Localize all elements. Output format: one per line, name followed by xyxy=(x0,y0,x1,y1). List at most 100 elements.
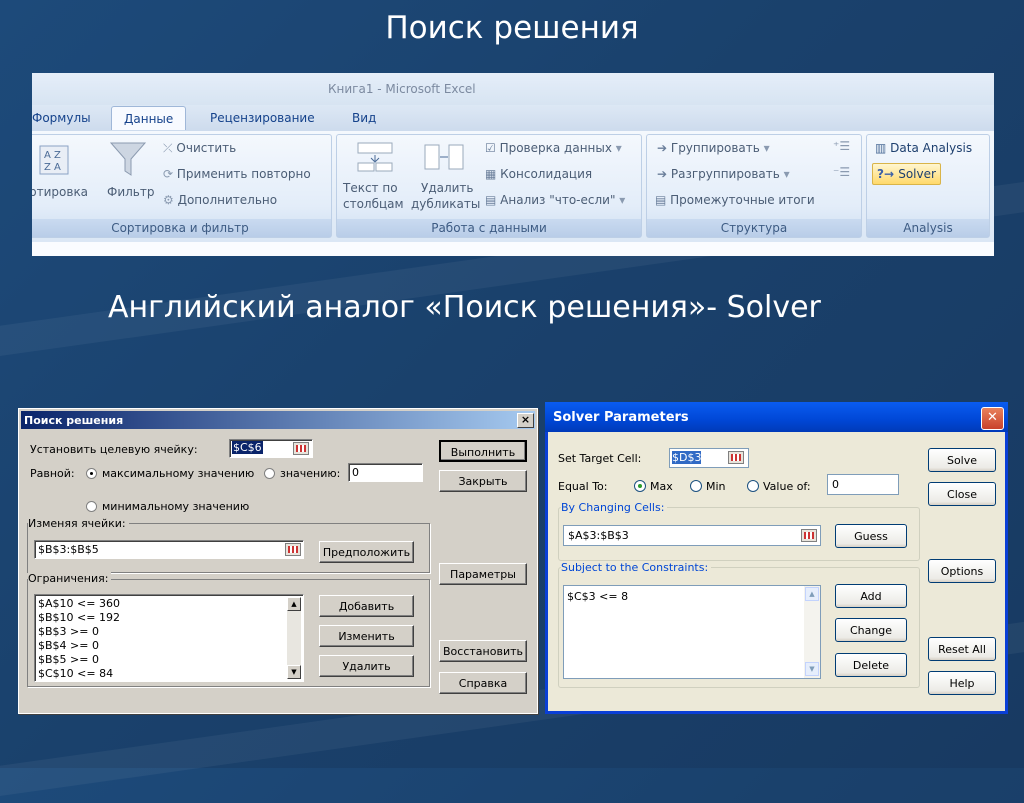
advanced-label: Дополнительно xyxy=(177,193,278,207)
help-button[interactable]: Справка xyxy=(439,672,527,694)
solve-button[interactable]: Solve xyxy=(928,448,996,472)
value-input[interactable]: 0 xyxy=(348,463,423,482)
changing-cells-input[interactable]: $A$3:$B$3 xyxy=(563,525,821,546)
options-button[interactable]: Options xyxy=(928,559,996,583)
target-cell-input[interactable]: $D$3 xyxy=(669,448,749,468)
show-detail-icon[interactable]: ⁺☰ xyxy=(833,139,850,153)
consolidate-label: Консолидация xyxy=(500,167,593,181)
constraint-item[interactable]: $C$10 <= 84 xyxy=(38,667,113,680)
constraint-item[interactable]: $B$4 >= 0 xyxy=(38,639,99,652)
ribbon-body: A ZZ A ртировка Фильтр ⤫ Очистить ⟳ Прим… xyxy=(32,131,994,242)
constraints-list[interactable]: $A$10 <= 360 $B$10 <= 192 $B$3 >= 0 $B$4… xyxy=(34,594,304,682)
range-select-icon[interactable] xyxy=(728,451,744,464)
guess-button[interactable]: Guess xyxy=(835,524,907,548)
window-title: Книга1 - Microsoft Excel xyxy=(328,82,476,96)
max-radio[interactable] xyxy=(634,480,646,492)
value-of-radio[interactable] xyxy=(747,480,759,492)
group-button[interactable]: ➔ Группировать ▾ xyxy=(657,141,770,155)
change-button[interactable]: Change xyxy=(835,618,907,642)
advanced-filter-button[interactable]: ⚙ Дополнительно xyxy=(163,193,277,207)
max-label: максимальному значению xyxy=(102,467,255,480)
guess-button[interactable]: Предположить xyxy=(319,541,414,563)
text-to-columns-label-1[interactable]: Текст по xyxy=(343,181,398,195)
filter-icon[interactable] xyxy=(109,141,147,181)
add-button[interactable]: Add xyxy=(835,584,907,608)
delete-button[interactable]: Удалить xyxy=(319,655,414,677)
changing-cells-input[interactable]: $B$3:$B$5 xyxy=(34,540,304,559)
close-button[interactable]: Закрыть xyxy=(439,470,527,492)
constraints-label: Ограничения: xyxy=(28,572,112,585)
tab-data[interactable]: Данные xyxy=(111,106,187,130)
tab-formulas[interactable]: Формулы xyxy=(32,111,91,125)
max-label: Max xyxy=(650,480,673,493)
min-label: Min xyxy=(706,480,726,493)
svg-text:A Z: A Z xyxy=(44,150,61,161)
tab-review[interactable]: Рецензирование xyxy=(210,111,315,125)
max-radio[interactable] xyxy=(86,468,97,479)
remove-duplicates-icon[interactable] xyxy=(423,141,467,177)
equal-to-label: Равной: xyxy=(30,467,75,480)
remove-duplicates-label-1[interactable]: Удалить xyxy=(421,181,474,195)
value-radio[interactable] xyxy=(264,468,275,479)
remove-duplicates-label-2[interactable]: дубликаты xyxy=(411,197,480,211)
constraints-scrollbar[interactable]: ▲ ▼ xyxy=(804,586,820,678)
solver-label: Solver xyxy=(898,167,936,181)
solver-dialog-ru: Поиск решения × Установить целевую ячейк… xyxy=(18,408,538,714)
data-analysis-button[interactable]: ▥ Data Analysis xyxy=(875,141,972,155)
data-validation-button[interactable]: ☑ Проверка данных ▾ xyxy=(485,141,622,155)
dialog-ru-title: Поиск решения xyxy=(24,414,124,427)
reset-all-button[interactable]: Reset All xyxy=(928,637,996,661)
value-of-label: Value of: xyxy=(763,480,811,493)
target-cell-input[interactable]: $C$6 xyxy=(229,439,313,458)
group-sort-filter: A ZZ A ртировка Фильтр ⤫ Очистить ⟳ Прим… xyxy=(32,134,332,238)
scroll-down-icon[interactable]: ▼ xyxy=(287,665,301,679)
constraint-item[interactable]: $A$10 <= 360 xyxy=(38,597,120,610)
close-icon[interactable]: ✕ xyxy=(981,407,1004,430)
close-icon[interactable]: × xyxy=(517,413,534,428)
what-if-button[interactable]: ▤ Анализ "что-если" ▾ xyxy=(485,193,625,207)
constraint-item[interactable]: $B$3 >= 0 xyxy=(38,625,99,638)
constraint-item[interactable]: $B$5 >= 0 xyxy=(38,653,99,666)
changing-range-icon[interactable] xyxy=(285,543,301,556)
delete-button[interactable]: Delete xyxy=(835,653,907,677)
scroll-up-icon[interactable]: ▲ xyxy=(287,597,301,611)
constraint-item[interactable]: $C$3 <= 8 xyxy=(567,590,628,603)
sort-az-icon[interactable]: A ZZ A xyxy=(39,145,69,175)
filter-label[interactable]: Фильтр xyxy=(107,185,154,199)
reapply-button[interactable]: ⟳ Применить повторно xyxy=(163,167,311,181)
close-button[interactable]: Close xyxy=(928,482,996,506)
solver-icon: ?→ xyxy=(877,167,899,181)
group-label-data-tools: Работа с данными xyxy=(337,219,641,237)
value-of-input[interactable]: 0 xyxy=(827,474,899,495)
subtotal-button[interactable]: ▤ Промежуточные итоги xyxy=(655,193,815,207)
tab-view[interactable]: Вид xyxy=(352,111,376,125)
changing-cells-label: By Changing Cells: xyxy=(561,501,668,514)
target-cell-value: $D$3 xyxy=(672,451,702,464)
solver-dialog-en: Solver Parameters ✕ Set Target Cell: $D$… xyxy=(545,402,1008,714)
help-button[interactable]: Help xyxy=(928,671,996,695)
hide-detail-icon[interactable]: ⁻☰ xyxy=(833,165,850,179)
constraints-scrollbar[interactable]: ▲ ▼ xyxy=(287,597,301,679)
solve-button[interactable]: Выполнить xyxy=(439,440,527,462)
text-to-columns-icon[interactable] xyxy=(357,141,393,177)
solver-button[interactable]: ?→ Solver xyxy=(872,163,941,185)
range-select-icon[interactable] xyxy=(293,442,309,455)
scroll-up-icon[interactable]: ▲ xyxy=(805,587,819,601)
changing-cells-label: Изменяя ячейки: xyxy=(28,517,129,530)
ungroup-button[interactable]: ➔ Разгруппировать ▾ xyxy=(657,167,790,181)
text-to-columns-label-2[interactable]: столбцам xyxy=(343,197,404,211)
min-radio[interactable] xyxy=(86,501,97,512)
clear-filter-button[interactable]: ⤫ Очистить xyxy=(163,141,236,156)
constraint-item[interactable]: $B$10 <= 192 xyxy=(38,611,120,624)
add-button[interactable]: Добавить xyxy=(319,595,414,617)
constraints-list[interactable]: $C$3 <= 8 ▲ ▼ xyxy=(563,585,821,679)
scroll-down-icon[interactable]: ▼ xyxy=(805,662,819,676)
group-label-outline: Структура xyxy=(647,219,861,237)
min-radio[interactable] xyxy=(690,480,702,492)
changing-range-icon[interactable] xyxy=(801,529,817,542)
sort-label[interactable]: ртировка xyxy=(32,185,88,199)
consolidate-button[interactable]: ▦ Консолидация xyxy=(485,167,592,181)
reset-button[interactable]: Восстановить xyxy=(439,640,527,662)
change-button[interactable]: Изменить xyxy=(319,625,414,647)
options-button[interactable]: Параметры xyxy=(439,563,527,585)
